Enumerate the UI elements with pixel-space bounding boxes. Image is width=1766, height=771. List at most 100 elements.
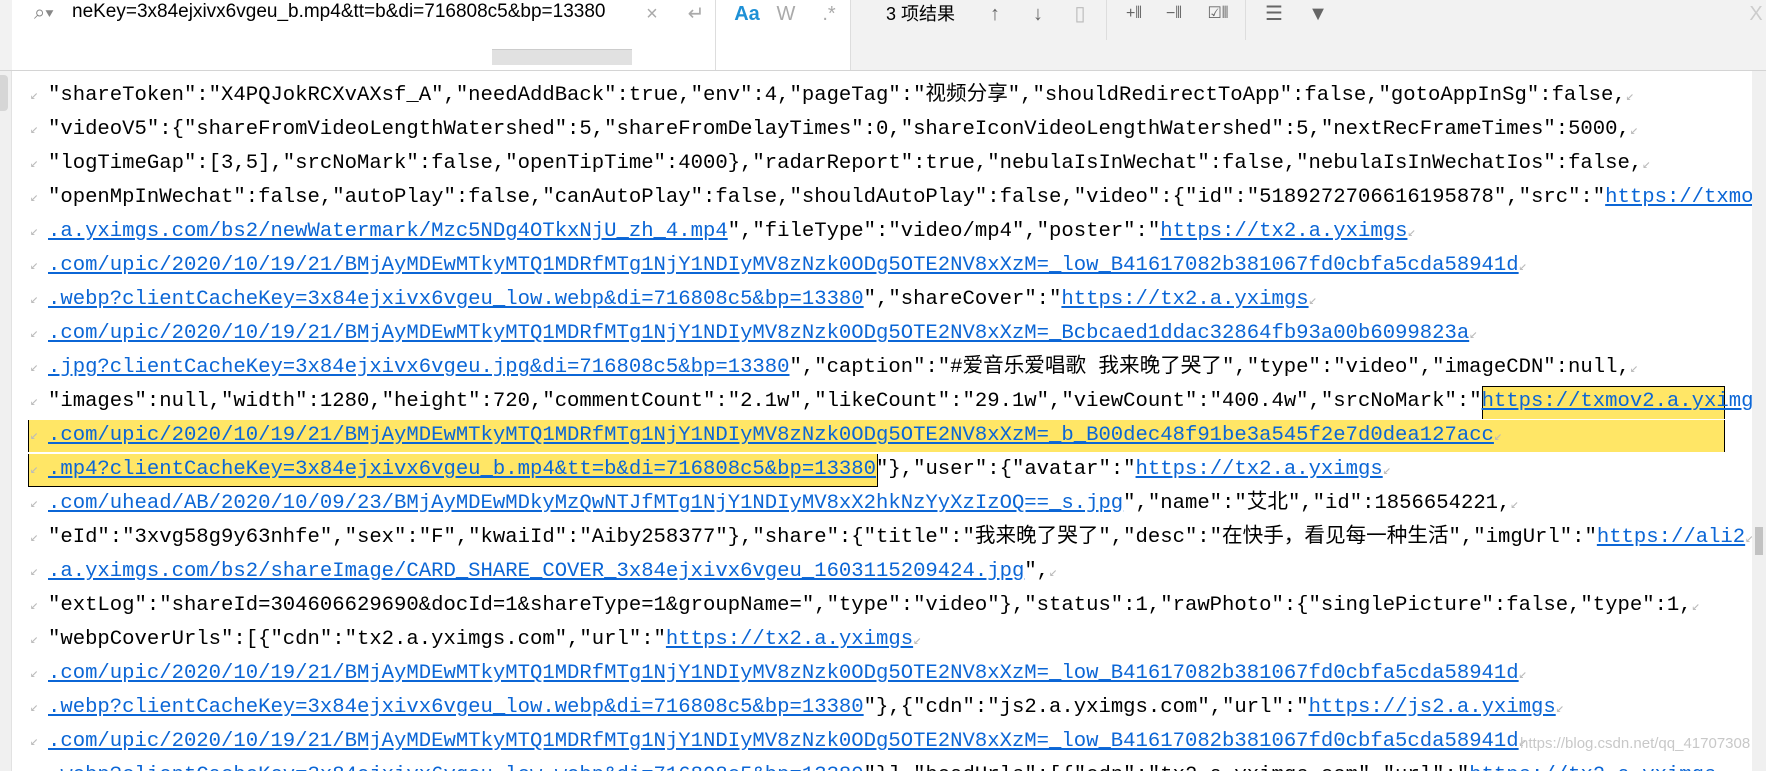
- select-in-selection-icon[interactable]: ▯: [1070, 0, 1090, 28]
- url-link[interactable]: .webp?clientCacheKey=3x84ejxivx6vgeu_low…: [48, 288, 864, 311]
- wrap-continuation-icon: ↙: [30, 759, 38, 771]
- list-results-icon[interactable]: ☰: [1262, 0, 1286, 28]
- url-link[interactable]: .com/upic/2020/10/19/21/BMjAyMDEwMTkyMTQ…: [48, 254, 1519, 277]
- url-link[interactable]: https://txmov2.a.yximgs: [1482, 390, 1752, 413]
- wrap-continuation-icon: ↙: [30, 462, 39, 478]
- code-line: "extLog":"shareId=304606629690&docId=1&s…: [48, 589, 1700, 623]
- url-link[interactable]: .com/uhead/AB/2020/10/09/23/BMjAyMDEwMDk…: [48, 492, 1123, 515]
- regex-button[interactable]: .*: [817, 0, 841, 28]
- divider: [850, 0, 851, 70]
- wrap-continuation-icon: ↙: [30, 734, 39, 750]
- whole-word-button[interactable]: W: [774, 0, 798, 28]
- code-text: "webpCoverUrls":[{"cdn":"tx2.a.yximgs.co…: [48, 628, 666, 651]
- wrap-icon: ↙: [1382, 463, 1392, 479]
- arrow-up-icon[interactable]: ↑: [985, 0, 1005, 28]
- wrap-icon: ↙: [1518, 667, 1528, 683]
- wrap-icon: ↙: [1629, 361, 1639, 377]
- url-link[interactable]: .com/upic/2020/10/19/21/BMjAyMDEwMTkyMTQ…: [48, 662, 1519, 685]
- url-link[interactable]: https://ali2: [1597, 526, 1745, 549]
- code-text: "extLog":"shareId=304606629690&docId=1&s…: [48, 594, 1692, 617]
- gutter-thumb[interactable]: [0, 75, 8, 111]
- code-text: "logTimeGap":[3,5],"srcNoMark":false,"op…: [48, 152, 1643, 175]
- result-count: 3 项结果: [886, 4, 956, 24]
- url-link[interactable]: .a.yximgs.com/bs2/newWatermark/Mzc5NDg4O…: [48, 220, 728, 243]
- close-find-button[interactable]: X: [1748, 0, 1764, 28]
- search-input[interactable]: neKey=3x84ejxivx6vgeu_b.mp4&tt=b&di=7168…: [72, 0, 637, 26]
- remove-cursor-icon[interactable]: −⫴: [1160, 0, 1188, 28]
- divider: [1106, 0, 1107, 40]
- add-cursor-icon[interactable]: +⫴: [1120, 0, 1148, 28]
- code-line: .webp?clientCacheKey=3x84ejxivx6vgeu_low…: [48, 691, 1564, 725]
- scrollbar-thumb[interactable]: [1755, 527, 1763, 555]
- wrap-continuation-icon: ↙: [30, 666, 39, 682]
- code-line: .com/uhead/AB/2020/10/09/23/BMjAyMDEwMDk…: [48, 487, 1519, 521]
- code-text: "},{"cdn":"js2.a.yximgs.com","url":": [863, 696, 1309, 719]
- url-link[interactable]: https://js2.a.yximgs: [1309, 696, 1556, 719]
- code-text: "images":null,"width":1280,"height":720,…: [48, 390, 1482, 413]
- code-text: ","fileType":"video/mp4","poster":": [727, 220, 1161, 243]
- search-icon[interactable]: ⌕▾: [34, 2, 54, 25]
- url-link[interactable]: .a.yximgs.com/bs2/shareImage/CARD_SHARE_…: [48, 560, 1024, 583]
- wrap-search-icon[interactable]: ↵: [684, 0, 708, 28]
- url-link[interactable]: .mp4?clientCacheKey=3x84ejxivx6vgeu_b.mp…: [48, 458, 876, 481]
- wrap-continuation-icon: ↙: [30, 292, 39, 308]
- code-line: .mp4?clientCacheKey=3x84ejxivx6vgeu_b.mp…: [48, 453, 1391, 487]
- url-link[interactable]: .com/upic/2020/10/19/21/BMjAyMDEwMTkyMTQ…: [48, 424, 1494, 447]
- url-link[interactable]: .jpg?clientCacheKey=3x84ejxivx6vgeu.jpg&…: [48, 356, 790, 379]
- code-line: "logTimeGap":[3,5],"srcNoMark":false,"op…: [48, 147, 1651, 181]
- wrap-continuation-icon: ↙: [30, 190, 39, 206]
- wrap-continuation-icon: ↙: [30, 598, 39, 614]
- wrap-continuation-icon: ↙: [30, 700, 39, 716]
- wrap-icon: ↙: [1642, 157, 1651, 173]
- url-link[interactable]: .webp?clientCacheKey=3x84ejxivx6vgeu_low…: [48, 696, 864, 719]
- url-link[interactable]: https://tx2.a.yximgs: [1160, 220, 1407, 243]
- code-line: .webp?clientCacheKey=3x84ejxivx6vgeu_low…: [48, 759, 1725, 771]
- wrap-continuation-icon: ↙: [30, 88, 39, 104]
- url-link[interactable]: https://tx2.a.yximgs: [1469, 764, 1716, 771]
- wrap-icon: ↙: [1625, 89, 1635, 105]
- vertical-scrollbar[interactable]: [1752, 71, 1766, 771]
- url-link[interactable]: https://tx2.a.yximgs: [1061, 288, 1308, 311]
- url-link[interactable]: https://tx2.a.yximgs: [1136, 458, 1383, 481]
- watermark: https://blog.csdn.net/qq_41707308: [1520, 735, 1751, 752]
- url-link[interactable]: .com/upic/2020/10/19/21/BMjAyMDEwMTkyMTQ…: [48, 730, 1519, 753]
- wrap-icon: ↙: [1629, 123, 1639, 139]
- wrap-continuation-icon: ↙: [30, 122, 39, 138]
- wrap-icon: ↙: [913, 633, 922, 649]
- wrap-icon: ↙: [1518, 259, 1528, 275]
- wrap-continuation-icon: ↙: [30, 258, 39, 274]
- search-input-scrollbar[interactable]: [492, 49, 632, 65]
- code-text: "},"user":{"avatar":": [876, 458, 1136, 481]
- editor-content[interactable]: ↙ "shareToken":"X4PQJokRCXvAXsf_A","needA…: [12, 71, 1752, 771]
- code-text: "shareToken":"X4PQJokRCXvAXsf_A","needAd…: [48, 84, 1626, 107]
- code-text: "openMpInWechat":false,"autoPlay":false,…: [48, 186, 1606, 209]
- clear-search-icon[interactable]: ×: [640, 0, 664, 28]
- code-text: ","name":"艾北","id":1856654221,: [1123, 492, 1511, 515]
- url-link[interactable]: .com/upic/2020/10/19/21/BMjAyMDEwMTkyMTQ…: [48, 322, 1469, 345]
- code-line: .com/upic/2020/10/19/21/BMjAyMDEwMTkyMTQ…: [48, 249, 1527, 283]
- code-text: ","shareCover":": [863, 288, 1062, 311]
- select-all-icon[interactable]: ☑⫴: [1204, 0, 1232, 28]
- url-link[interactable]: https://txmov2: [1605, 186, 1752, 209]
- url-link[interactable]: https://tx2.a.yximgs: [666, 628, 913, 651]
- arrow-down-icon[interactable]: ↓: [1028, 0, 1048, 28]
- wrap-icon: ↙: [1407, 225, 1416, 241]
- match-case-button[interactable]: Aa: [732, 0, 762, 28]
- wrap-continuation-icon: ↙: [30, 326, 39, 342]
- code-line: "shareToken":"X4PQJokRCXvAXsf_A","needAd…: [48, 79, 1634, 113]
- code-line: "openMpInWechat":false,"autoPlay":false,…: [48, 181, 1752, 215]
- code-line: .com/upic/2020/10/19/21/BMjAyMDEwMTkyMTQ…: [48, 725, 1527, 759]
- divider: [715, 0, 716, 70]
- wrap-icon: ↙: [1493, 429, 1503, 445]
- wrap-continuation-icon: ↙: [30, 394, 39, 410]
- wrap-icon: ↙: [1308, 293, 1317, 309]
- find-toolbar: ⌕▾ neKey=3x84ejxivx6vgeu_b.mp4&tt=b&di=7…: [0, 0, 1766, 71]
- filter-icon[interactable]: ▼: [1306, 0, 1330, 28]
- code-line: .com/upic/2020/10/19/21/BMjAyMDEwMTkyMTQ…: [48, 419, 1502, 453]
- url-link[interactable]: .webp?clientCacheKey=3x84ejxivx6vgeu_low…: [48, 764, 864, 771]
- wrap-continuation-icon: ↙: [30, 156, 39, 172]
- code-text: "eId":"3xvg58g9y63nhfe","sex":"F","kwaiI…: [48, 526, 1597, 549]
- code-line: .jpg?clientCacheKey=3x84ejxivx6vgeu.jpg&…: [48, 351, 1638, 385]
- search-box: ⌕▾ neKey=3x84ejxivx6vgeu_b.mp4&tt=b&di=7…: [12, 0, 850, 70]
- wrap-continuation-icon: ↙: [30, 564, 39, 580]
